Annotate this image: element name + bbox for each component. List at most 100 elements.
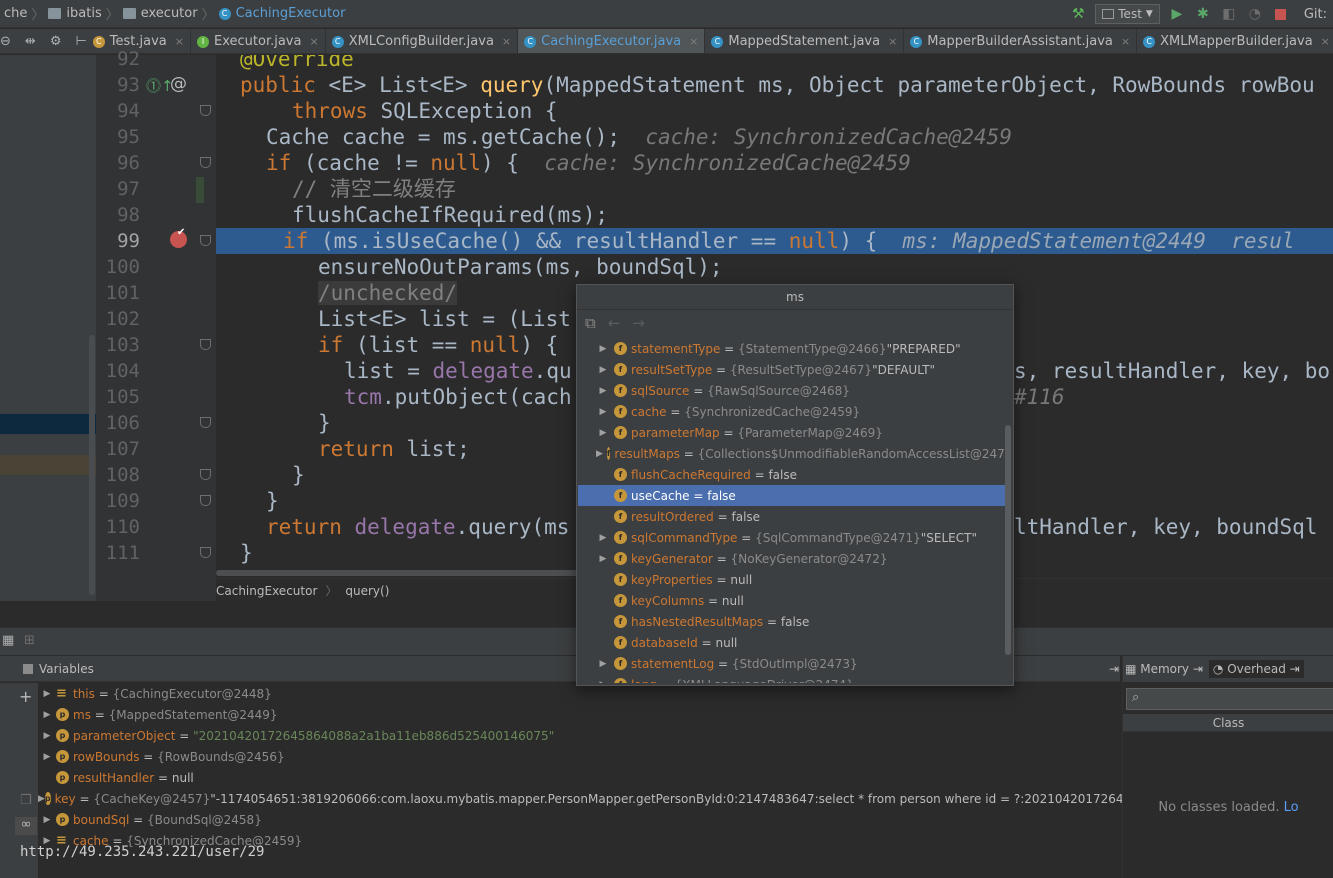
field-type: {RawSqlSource@2468}: [707, 383, 850, 398]
fold-marker-icon[interactable]: [200, 495, 211, 506]
field-row-keyGenerator[interactable]: ▶ f keyGenerator = {NoKeyGenerator@2472}: [578, 548, 1005, 569]
fold-marker-icon[interactable]: [200, 417, 211, 428]
close-icon[interactable]: ×: [175, 35, 184, 48]
add-to-watches-icon[interactable]: ⧉: [585, 314, 596, 332]
breadcrumb-item-executor[interactable]: executor: [119, 6, 202, 21]
breadcrumb-item-che[interactable]: che: [0, 6, 31, 21]
field-row-lang[interactable]: ▶ flang = {XMLLanguageDriver@2474}: [578, 674, 1005, 683]
expand-arrow-icon[interactable]: ▶: [596, 533, 610, 543]
field-row-flushCacheRequired[interactable]: f flushCacheRequired = false: [578, 464, 1005, 485]
variable-row-ms[interactable]: ▶ p ms = {MappedStatement@2449}: [38, 704, 1122, 725]
tab-2[interactable]: C XMLConfigBuilder.java ×: [326, 29, 519, 53]
back-arrow-icon[interactable]: ←: [608, 314, 621, 332]
fold-marker-icon[interactable]: [200, 339, 211, 350]
tab-1[interactable]: I Executor.java ×: [191, 29, 326, 53]
line-number: 97: [117, 178, 140, 200]
tab-4[interactable]: C MappedStatement.java ×: [705, 29, 905, 53]
fold-marker-icon[interactable]: [200, 105, 211, 116]
tab-3[interactable]: C CachingExecutor.java ×: [518, 29, 706, 53]
expand-arrow-icon[interactable]: ▶: [596, 365, 610, 375]
close-icon[interactable]: ×: [1321, 35, 1330, 48]
memory-tab[interactable]: ▦ Memory ⇥: [1125, 662, 1203, 676]
add-watch-icon[interactable]: +: [19, 687, 32, 706]
run-icon[interactable]: ▶: [1168, 5, 1186, 23]
build-hammer-icon[interactable]: ⚒: [1069, 5, 1087, 23]
debug-icon[interactable]: ✱: [1194, 5, 1212, 23]
expand-arrow-icon[interactable]: ▶: [38, 815, 56, 825]
scrollbar[interactable]: [89, 335, 95, 595]
close-icon[interactable]: ×: [502, 35, 511, 48]
overhead-tab[interactable]: ◔ Overhead ⇥: [1208, 660, 1304, 678]
stop-icon[interactable]: [1272, 5, 1290, 23]
field-row-sqlSource[interactable]: ▶ f sqlSource = {RawSqlSource@2468}: [578, 380, 1005, 401]
variable-row-parameterObject[interactable]: ▶ p parameterObject = "2021042017264586408…: [38, 725, 1122, 746]
field-row-statementType[interactable]: ▶ f statementType = {StatementType@2466} "…: [578, 338, 1005, 359]
glasses-icon[interactable]: ∞: [15, 817, 37, 835]
field-row-sqlCommandType[interactable]: ▶ f sqlCommandType = {SqlCommandType@2471}…: [578, 527, 1005, 548]
copy-icon[interactable]: ❐: [20, 793, 32, 808]
tab-6[interactable]: C XMLMapperBuilder.java ×: [1137, 29, 1333, 53]
expand-arrow-icon[interactable]: ▶: [596, 344, 610, 354]
field-row-databaseId[interactable]: f databaseId = null: [578, 632, 1005, 653]
variable-row-resultHandler[interactable]: p resultHandler = null: [38, 767, 1122, 788]
expand-arrow-icon[interactable]: ▶: [596, 428, 610, 438]
run-configuration-select[interactable]: Test ▼: [1095, 4, 1160, 24]
popup-scrollbar[interactable]: [1005, 425, 1011, 655]
close-icon[interactable]: ×: [309, 35, 318, 48]
field-row-hasNestedResultMaps[interactable]: f hasNestedResultMaps = false: [578, 611, 1005, 632]
git-label[interactable]: Git:: [1304, 7, 1327, 22]
close-icon[interactable]: ×: [888, 35, 897, 48]
variable-row-this[interactable]: ▶ ≡ this = {CachingExecutor@2448}: [38, 683, 1122, 704]
restore-icon[interactable]: ⇥: [1109, 662, 1119, 676]
fold-marker-icon[interactable]: [200, 547, 211, 558]
threads-icon[interactable]: ⊞: [24, 633, 35, 648]
field-row-parameterMap[interactable]: ▶ f parameterMap = {ParameterMap@2469}: [578, 422, 1005, 443]
variable-row-boundSql[interactable]: ▶ p boundSql = {BoundSql@2458}: [38, 809, 1122, 830]
layout-icon[interactable]: ▦: [2, 633, 14, 648]
class-column-header[interactable]: Class: [1123, 714, 1333, 732]
breadcrumb-method[interactable]: query(): [345, 584, 389, 598]
collapse-icon[interactable]: ⊖: [0, 34, 11, 49]
field-row-resultSetType[interactable]: ▶ f resultSetType = {ResultSetType@2467} "…: [578, 359, 1005, 380]
profile-icon[interactable]: ◔: [1246, 5, 1264, 23]
class-search-input[interactable]: ⌕: [1126, 688, 1333, 710]
breadcrumb-item-ibatis[interactable]: ibatis: [44, 6, 105, 21]
variable-inspector-popup[interactable]: ms ⧉ ← → ▶ f statementType = {StatementTyp…: [576, 284, 1014, 686]
annotation-at-icon[interactable]: @: [170, 74, 187, 94]
field-row-statementLog[interactable]: ▶ f statementLog = {StdOutImpl@2473}: [578, 653, 1005, 674]
split-icon[interactable]: ⇹: [25, 34, 36, 49]
expand-arrow-icon[interactable]: ▶: [38, 752, 56, 762]
fold-marker-icon[interactable]: [200, 235, 211, 246]
gear-icon[interactable]: ⚙: [50, 34, 62, 49]
field-row-resultMaps[interactable]: ▶ f resultMaps = {Collections$Unmodifiable…: [578, 443, 1005, 464]
expand-arrow-icon[interactable]: ▶: [596, 680, 610, 684]
close-icon[interactable]: ×: [1121, 35, 1130, 48]
tab-5[interactable]: C MapperBuilderAssistant.java ×: [904, 29, 1138, 53]
expand-arrow-icon[interactable]: ▶: [596, 386, 610, 396]
expand-arrow-icon[interactable]: ▶: [38, 731, 56, 741]
field-row-useCache[interactable]: f useCache = false: [578, 485, 1005, 506]
expand-arrow-icon[interactable]: ▶: [596, 407, 610, 417]
close-icon[interactable]: ×: [689, 35, 698, 48]
hide-icon[interactable]: ⊢: [75, 34, 86, 49]
forward-arrow-icon[interactable]: →: [632, 314, 645, 332]
coverage-icon[interactable]: ◧: [1220, 5, 1238, 23]
expand-arrow-icon[interactable]: ▶: [38, 794, 45, 804]
variable-row-key[interactable]: ▶ p key = {CacheKey@2457} "-1174054651:381…: [38, 788, 1122, 809]
variable-row-rowBounds[interactable]: ▶ p rowBounds = {RowBounds@2456}: [38, 746, 1122, 767]
field-row-cache[interactable]: ▶ f cache = {SynchronizedCache@2459}: [578, 401, 1005, 422]
field-row-keyProperties[interactable]: f keyProperties = null: [578, 569, 1005, 590]
expand-arrow-icon[interactable]: ▶: [596, 554, 610, 564]
load-classes-link[interactable]: Lo: [1284, 800, 1299, 815]
horizontal-scrollbar[interactable]: [216, 570, 616, 576]
expand-arrow-icon[interactable]: ▶: [38, 689, 56, 699]
breadcrumb-item-cachingexecutor[interactable]: C CachingExecutor: [215, 6, 350, 21]
field-row-keyColumns[interactable]: f keyColumns = null: [578, 590, 1005, 611]
fold-marker-icon[interactable]: [200, 157, 211, 168]
fold-marker-icon[interactable]: [200, 469, 211, 480]
expand-arrow-icon[interactable]: ▶: [596, 659, 610, 669]
breadcrumb-class[interactable]: CachingExecutor: [216, 584, 317, 598]
expand-arrow-icon[interactable]: ▶: [38, 710, 56, 720]
expand-arrow-icon[interactable]: ▶: [596, 449, 603, 459]
field-row-resultOrdered[interactable]: f resultOrdered = false: [578, 506, 1005, 527]
